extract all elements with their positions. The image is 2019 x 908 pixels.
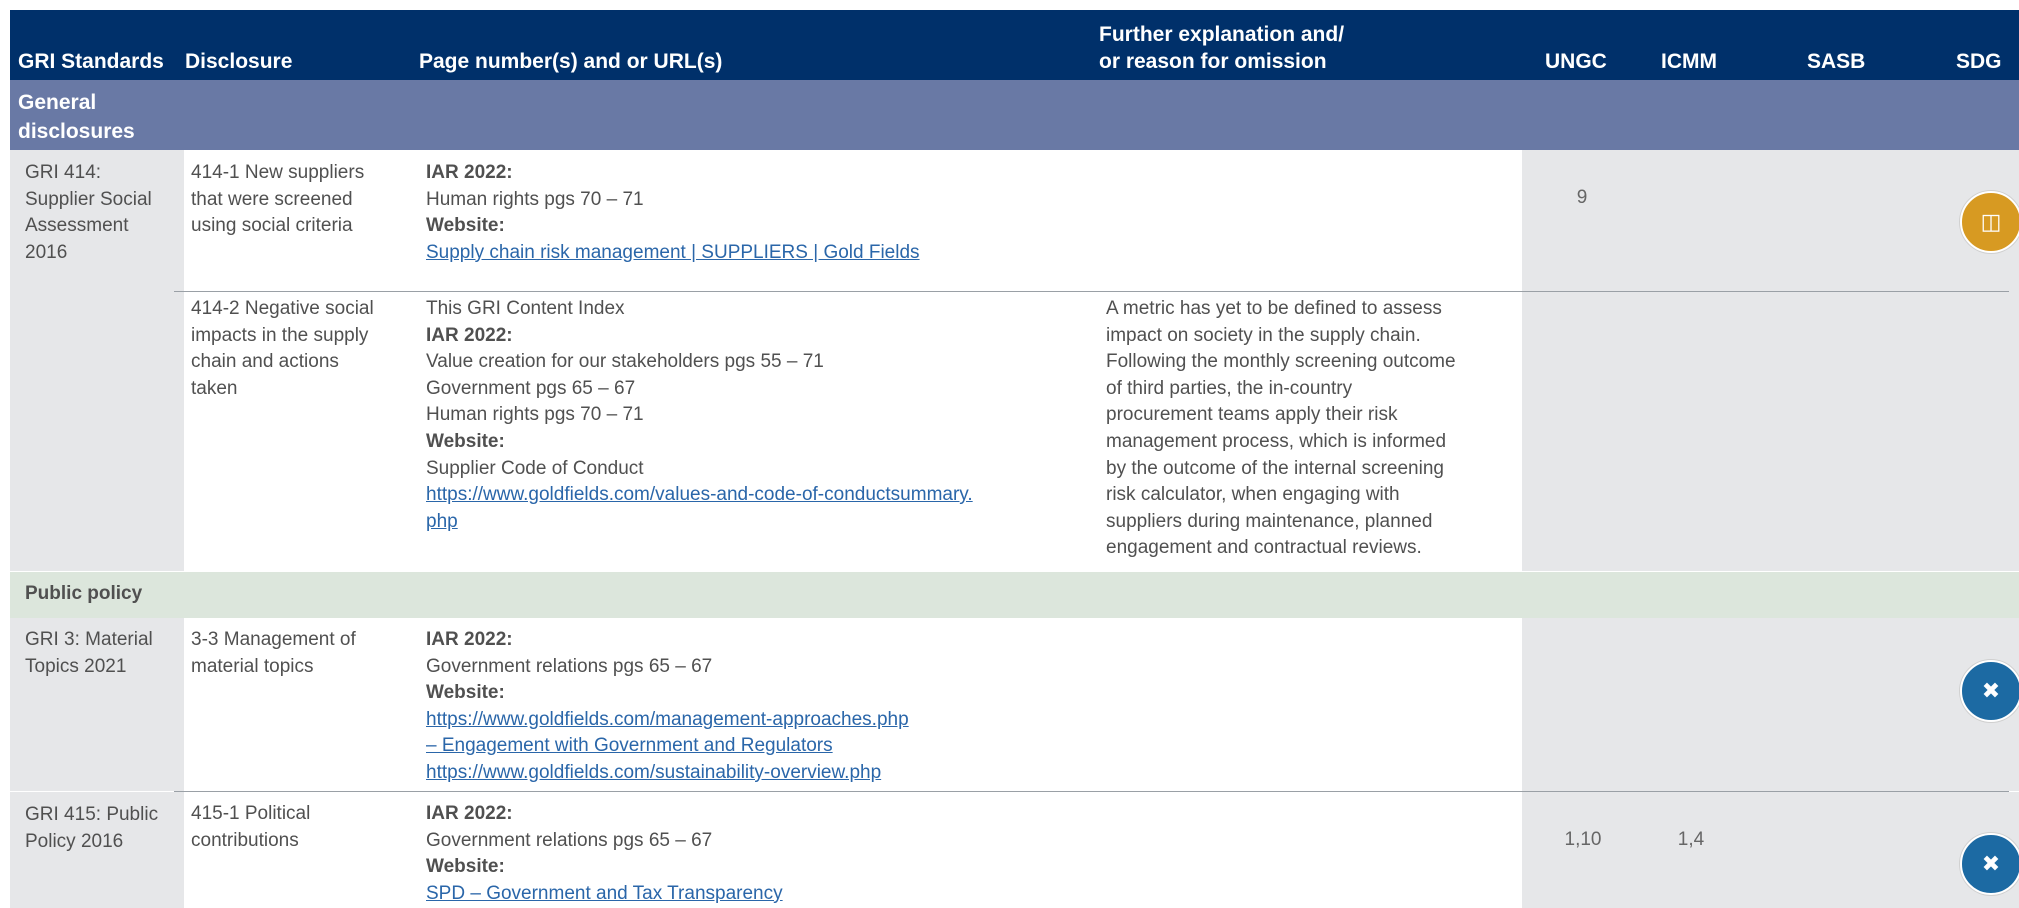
page-ref: Government pgs 65 – 67 (426, 377, 636, 399)
framework-area-gri3 (1522, 618, 2019, 791)
disclosure-line: 3-3 Management of (191, 629, 356, 650)
content-area-gri415 (184, 792, 1522, 908)
disclosure-line: 414-1 New suppliers (191, 162, 365, 183)
page-ref: Value creation for our stakeholders pgs … (426, 351, 824, 373)
disclosure-line: taken (191, 377, 238, 399)
iar-heading: IAR 2022: (426, 324, 513, 346)
ungc-value: 1,10 (1564, 829, 1602, 850)
disclosure-line: chain and actions (191, 351, 339, 373)
header-disclosure: Disclosure (185, 50, 293, 73)
iar-heading: IAR 2022: (426, 162, 513, 183)
iar-heading: IAR 2022: (426, 629, 513, 650)
website-heading: Website: (426, 430, 505, 452)
pages-3-3: IAR 2022: Government relations pgs 65 – … (426, 627, 909, 787)
page-ref: Government relations pgs 65 – 67 (426, 829, 713, 851)
disclosure-line: impacts in the supply (191, 324, 369, 346)
disclosure-line: that were screened (191, 188, 353, 210)
header-sdg: SDG (1956, 50, 2002, 73)
website-heading: Website: (426, 682, 505, 704)
standard-line: Policy 2016 (25, 830, 124, 852)
disclosure-415-1: 415-1 Political contributions (191, 801, 310, 854)
header-explanation-line1: Further explanation and/ (1099, 23, 1345, 46)
header-gri-standards: GRI Standards (18, 50, 164, 73)
explanation-line: engagement and contractual reviews. (1106, 537, 1422, 559)
disclosure-line: contributions (191, 829, 299, 851)
disclosure-line: material topics (191, 655, 314, 677)
link-code-of-conduct-cont[interactable]: php (426, 509, 973, 536)
icmm-value: 1,4 (1677, 829, 1705, 850)
explanation-line: procurement teams apply their risk (1106, 404, 1398, 426)
ungc-value: 9 (1576, 187, 1588, 208)
disclosure-414-2: 414-2 Negative social impacts in the sup… (191, 296, 374, 402)
sdg-blue-icon: ✖ (1960, 660, 2019, 722)
header-icmm: ICMM (1661, 50, 1717, 73)
standard-line: 2016 (25, 241, 68, 263)
page-ref: Government relations pgs 65 – 67 (426, 655, 713, 677)
section-public-policy-label: Public policy (25, 583, 143, 604)
page-ref: Human rights pgs 70 – 71 (426, 188, 644, 210)
explanation-414-2: A metric has yet to be defined to assess… (1106, 296, 1456, 562)
header-page-numbers: Page number(s) and or URL(s) (419, 50, 723, 73)
explanation-line: by the outcome of the internal screening (1106, 457, 1444, 479)
explanation-line: A metric has yet to be defined to assess (1106, 298, 1442, 319)
link-supply-chain-risk[interactable]: Supply chain risk management | SUPPLIERS… (426, 240, 920, 267)
section-general-disclosures: General disclosures (10, 80, 2019, 150)
explanation-line: management process, which is informed (1106, 430, 1447, 452)
standard-cell-gri415: GRI 415: Public Policy 2016 (10, 792, 184, 908)
pages-415-1: IAR 2022: Government relations pgs 65 – … (426, 801, 783, 907)
standard-line: Topics 2021 (25, 655, 127, 677)
website-heading: Website: (426, 856, 505, 878)
disclosure-3-3: 3-3 Management of material topics (191, 627, 356, 680)
header-explanation-line2: or reason for omission (1099, 50, 1327, 73)
disclosure-414-1: 414-1 New suppliers that were screened u… (191, 160, 364, 240)
iar-heading: IAR 2022: (426, 803, 513, 824)
pages-414-1: IAR 2022: Human rights pgs 70 – 71 Websi… (426, 160, 920, 266)
gri-content-index-table: GRI Standards Disclosure Page number(s) … (10, 10, 2019, 80)
standard-cell-gri3: GRI 3: Material Topics 2021 (10, 618, 184, 791)
standard-line: GRI 414: (25, 162, 102, 183)
explanation-line: of third parties, the in-country (1106, 377, 1353, 399)
page-ref: Human rights pgs 70 – 71 (426, 404, 644, 426)
section-public-policy: Public policy (10, 572, 2019, 618)
explanation-line: impact on society in the supply chain. (1106, 324, 1421, 346)
explanation-line: risk calculator, when engaging with (1106, 484, 1400, 506)
header-sasb: SASB (1807, 50, 1866, 73)
explanation-line: Following the monthly screening outcome (1106, 351, 1456, 373)
page-ref: Supplier Code of Conduct (426, 457, 644, 479)
section-general-line1: General (18, 91, 97, 114)
link-management-approaches[interactable]: https://www.goldfields.com/management-ap… (426, 707, 909, 734)
website-heading: Website: (426, 215, 505, 237)
page-ref: This GRI Content Index (426, 298, 625, 319)
section-general-line2: disclosures (18, 120, 135, 143)
standard-line: Assessment (25, 215, 129, 237)
link-spd-government-tax[interactable]: SPD – Government and Tax Transparency (426, 881, 783, 908)
standard-cell-gri414: GRI 414: Supplier Social Assessment 2016 (10, 150, 184, 571)
standard-line: GRI 3: Material (25, 629, 153, 650)
sdg-gold-icon: ◫ (1960, 191, 2019, 253)
table-header: GRI Standards Disclosure Page number(s) … (10, 10, 2019, 80)
header-ungc: UNGC (1545, 50, 1607, 73)
link-code-of-conduct[interactable]: https://www.goldfields.com/values-and-co… (426, 482, 973, 509)
disclosure-line: using social criteria (191, 215, 353, 237)
explanation-line: suppliers during maintenance, planned (1106, 510, 1433, 532)
disclosure-line: 414-2 Negative social (191, 298, 374, 319)
row-divider (174, 291, 2009, 292)
disclosure-line: 415-1 Political (191, 803, 311, 824)
standard-line: Supplier Social (25, 188, 152, 210)
pages-414-2: This GRI Content Index IAR 2022: Value c… (426, 296, 973, 535)
sdg-blue-icon: ✖ (1960, 833, 2019, 895)
standard-line: GRI 415: Public (25, 804, 159, 825)
link-sustainability-overview[interactable]: https://www.goldfields.com/sustainabilit… (426, 760, 909, 787)
link-engagement-government[interactable]: – Engagement with Government and Regulat… (426, 733, 909, 760)
framework-area-gri414 (1522, 150, 2019, 571)
